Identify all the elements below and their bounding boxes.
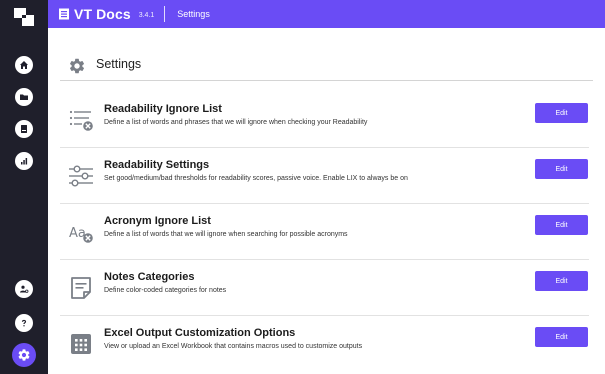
top-bar: VT Docs 3.4.1 Settings: [48, 0, 605, 28]
settings-item-description: View or upload an Excel Workbook that co…: [104, 343, 363, 350]
divider: [60, 259, 589, 260]
settings-item-notes-categories: Notes Categories Define color-coded cate…: [60, 268, 597, 324]
acronym-remove-icon: Aa: [69, 226, 93, 243]
sidebar-home-button[interactable]: [15, 56, 33, 74]
sidebar-document-button[interactable]: [15, 120, 33, 138]
edit-button[interactable]: Edit: [535, 103, 588, 123]
settings-item-title: Excel Output Customization Options: [104, 327, 296, 339]
gear-icon: [69, 58, 85, 74]
settings-item-title: Notes Categories: [104, 271, 195, 283]
settings-item-title: Readability Settings: [104, 159, 210, 171]
folder-icon: [20, 94, 28, 100]
settings-item-description: Set good/medium/bad thresholds for reada…: [104, 175, 408, 182]
divider: [60, 80, 593, 81]
sidebar-help-button[interactable]: [15, 314, 33, 332]
sidebar-folder-button[interactable]: [15, 88, 33, 106]
analytics-icon: [21, 158, 28, 165]
grid-icon: [71, 334, 91, 354]
list-remove-icon: [69, 110, 93, 131]
edit-button[interactable]: Edit: [535, 159, 588, 179]
breadcrumb[interactable]: Settings: [177, 9, 210, 19]
app-name: VT Docs: [74, 6, 131, 22]
app-version: 3.4.1: [138, 11, 155, 19]
sliders-icon: [69, 165, 93, 187]
settings-item-description: Define color-coded categories for notes: [104, 287, 227, 294]
divider: [164, 6, 166, 22]
settings-item-readability-ignore-list: Readability Ignore List Define a list of…: [60, 100, 597, 156]
settings-item-excel-output-customization: Excel Output Customization Options View …: [60, 324, 597, 374]
sidebar-analytics-button[interactable]: [15, 152, 33, 170]
divider: [60, 203, 589, 204]
page-title: Settings: [96, 57, 142, 71]
settings-item-title: Readability Ignore List: [104, 103, 222, 115]
help-icon: [21, 319, 27, 327]
settings-item-title: Acronym Ignore List: [104, 215, 211, 227]
settings-item-readability-settings: Readability Settings Set good/medium/bad…: [60, 156, 597, 212]
settings-icon: [18, 349, 30, 361]
brand[interactable]: VT Docs 3.4.1: [58, 6, 154, 22]
document-icon: [59, 8, 69, 20]
users-settings-icon: [20, 285, 29, 293]
note-icon: [71, 277, 91, 299]
divider: [60, 147, 589, 148]
settings-item-description: Define a list of words and phrases that …: [104, 119, 368, 126]
sidebar: [0, 0, 48, 374]
settings-item-acronym-ignore-list: Aa Acronym Ignore List Define a list of …: [60, 212, 597, 268]
edit-button[interactable]: Edit: [535, 215, 588, 235]
logo-icon[interactable]: [14, 8, 34, 26]
divider: [60, 315, 589, 316]
document-icon: [21, 125, 27, 133]
sidebar-settings-button[interactable]: [12, 343, 36, 367]
home-icon: [20, 61, 28, 69]
page-header: Settings: [48, 28, 605, 98]
edit-button[interactable]: Edit: [535, 271, 588, 291]
edit-button[interactable]: Edit: [535, 327, 588, 347]
sidebar-users-settings-button[interactable]: [15, 280, 33, 298]
settings-item-description: Define a list of words that we will igno…: [104, 231, 348, 238]
